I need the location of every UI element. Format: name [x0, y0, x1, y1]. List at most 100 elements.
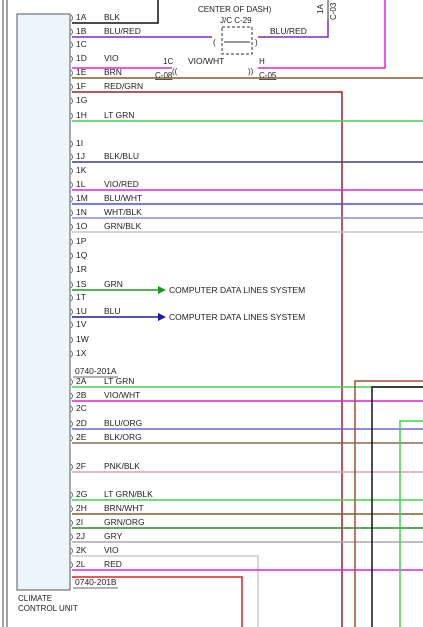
arrow-icon: [158, 286, 166, 294]
inline-right-pin: H: [259, 57, 265, 66]
pin-bracket: [70, 491, 73, 499]
pin-label-1m: 1M: [76, 193, 88, 203]
pin-bracket: [70, 167, 73, 175]
pin-label-1s: 1S: [76, 279, 87, 289]
wire-color-label: BRN: [104, 67, 122, 77]
junction-right-bracket: ): [255, 38, 258, 47]
climate-control-unit-box: [16, 13, 71, 591]
pin-bracket: [70, 140, 73, 148]
pin-bracket: [70, 533, 73, 541]
connector1-label: 0740-201A: [75, 366, 117, 376]
pin-label-1l: 1L: [76, 179, 86, 189]
pin-label-1g: 1G: [76, 95, 87, 105]
pin-bracket: [70, 238, 73, 246]
module-name-line2: CONTROL UNIT: [18, 604, 78, 613]
junction-label: J/C C-29: [220, 16, 252, 25]
pin-bracket: [70, 392, 73, 400]
top-right-connector-label: C-03: [329, 2, 338, 20]
pin-bracket: [70, 266, 73, 274]
pin-label-2g: 2G: [76, 489, 87, 499]
pin-label-2h: 2H: [76, 503, 87, 513]
pin-bracket: [70, 112, 73, 120]
pin-bracket: [70, 294, 73, 302]
pin-bracket: [70, 223, 73, 231]
pin-bracket: [70, 69, 73, 77]
pin-bracket: [70, 153, 73, 161]
pin-bracket: [70, 547, 73, 555]
wire-color-label: LT GRN: [104, 376, 134, 386]
wire-color-label: GRN: [104, 279, 123, 289]
connector2-label: 0740-201B: [75, 577, 117, 587]
wire-color-label: BLU/ORG: [104, 418, 142, 428]
pin-label-1r: 1R: [76, 264, 87, 274]
arrow-icon: [158, 313, 166, 321]
pin-label-2c: 2C: [76, 403, 87, 413]
pin-label-1j: 1J: [76, 151, 85, 161]
pin-bracket: [70, 181, 73, 189]
pin-label-2i: 2I: [76, 517, 83, 527]
pin-bracket: [70, 209, 73, 217]
wire-color-label: VIO: [104, 545, 119, 555]
pin-bracket: [70, 336, 73, 344]
module-name-line1: CLIMATE: [18, 594, 52, 603]
wire-color-label: VIO/RED: [104, 179, 139, 189]
pin-bracket: [70, 41, 73, 49]
pin-label-1k: 1K: [76, 165, 87, 175]
pin-bracket: [70, 420, 73, 428]
pin-label-1a: 1A: [76, 12, 87, 22]
wire-color-label: BLK: [104, 12, 120, 22]
pin-label-1x: 1X: [76, 348, 87, 358]
pin-bracket: [70, 350, 73, 358]
wire-color-label: GRN/BLK: [104, 221, 142, 231]
inline-left-pin: 1C: [163, 57, 173, 66]
feeder-wire: [371, 386, 423, 627]
pin-label-1e: 1E: [76, 67, 87, 77]
wire-color-label: BLU/RED: [270, 26, 307, 36]
junction-box: [221, 26, 253, 55]
pin-bracket: [70, 83, 73, 91]
pin-label-2l: 2L: [76, 559, 86, 569]
pin-label-2f: 2F: [76, 461, 86, 471]
wire-color-label: VIO/WHT: [188, 56, 224, 66]
pin-bracket: [70, 195, 73, 203]
pin-label-1n: 1N: [76, 207, 87, 217]
destination-label: COMPUTER DATA LINES SYSTEM: [169, 312, 305, 322]
pin-bracket: [70, 97, 73, 105]
pin-label-1p: 1P: [76, 236, 87, 246]
pin-bracket: [70, 14, 73, 22]
pin-bracket: [70, 55, 73, 63]
wire-color-label: LT GRN: [104, 110, 134, 120]
wire-color-label: VIO/WHT: [104, 390, 140, 400]
pin-label-2e: 2E: [76, 432, 87, 442]
pin-label-1f: 1F: [76, 81, 86, 91]
wire-2k: [72, 555, 259, 627]
inline-connector-symbol: ((: [172, 67, 178, 76]
pin-label-2a: 2A: [76, 376, 87, 386]
wire-color-label: VIO: [104, 53, 119, 63]
feeder-wire: [354, 380, 423, 627]
pin-label-1c: 1C: [76, 39, 87, 49]
pin-label-2j: 2J: [76, 531, 85, 541]
pin-label-1q: 1Q: [76, 250, 88, 260]
pin-bracket: [70, 378, 73, 386]
pin-label-1o: 1O: [76, 221, 88, 231]
top-right-pin-label: 1A: [316, 4, 325, 14]
pin-label-2b: 2B: [76, 390, 87, 400]
junction-left-bracket: (: [213, 38, 216, 47]
pin-label-2d: 2D: [76, 418, 87, 428]
pin-label-1v: 1V: [76, 319, 87, 329]
pin-label-1b: 1B: [76, 26, 87, 36]
feeder-wire: [399, 420, 423, 627]
wire-color-label: BLU/RED: [104, 26, 141, 36]
wire-color-label: RED/GRN: [104, 81, 143, 91]
wire-color-label: WHT/BLK: [104, 207, 142, 217]
junction-location: CENTER OF DASH): [198, 5, 272, 14]
pin-bracket: [70, 252, 73, 260]
wire-color-label: BLK/BLU: [104, 151, 139, 161]
pin-bracket: [70, 519, 73, 527]
pin-bracket: [70, 463, 73, 471]
pin-bracket: [70, 321, 73, 329]
destination-label: COMPUTER DATA LINES SYSTEM: [169, 285, 305, 295]
pin-bracket: [70, 308, 73, 316]
wire-color-label: BRN/WHT: [104, 503, 144, 513]
